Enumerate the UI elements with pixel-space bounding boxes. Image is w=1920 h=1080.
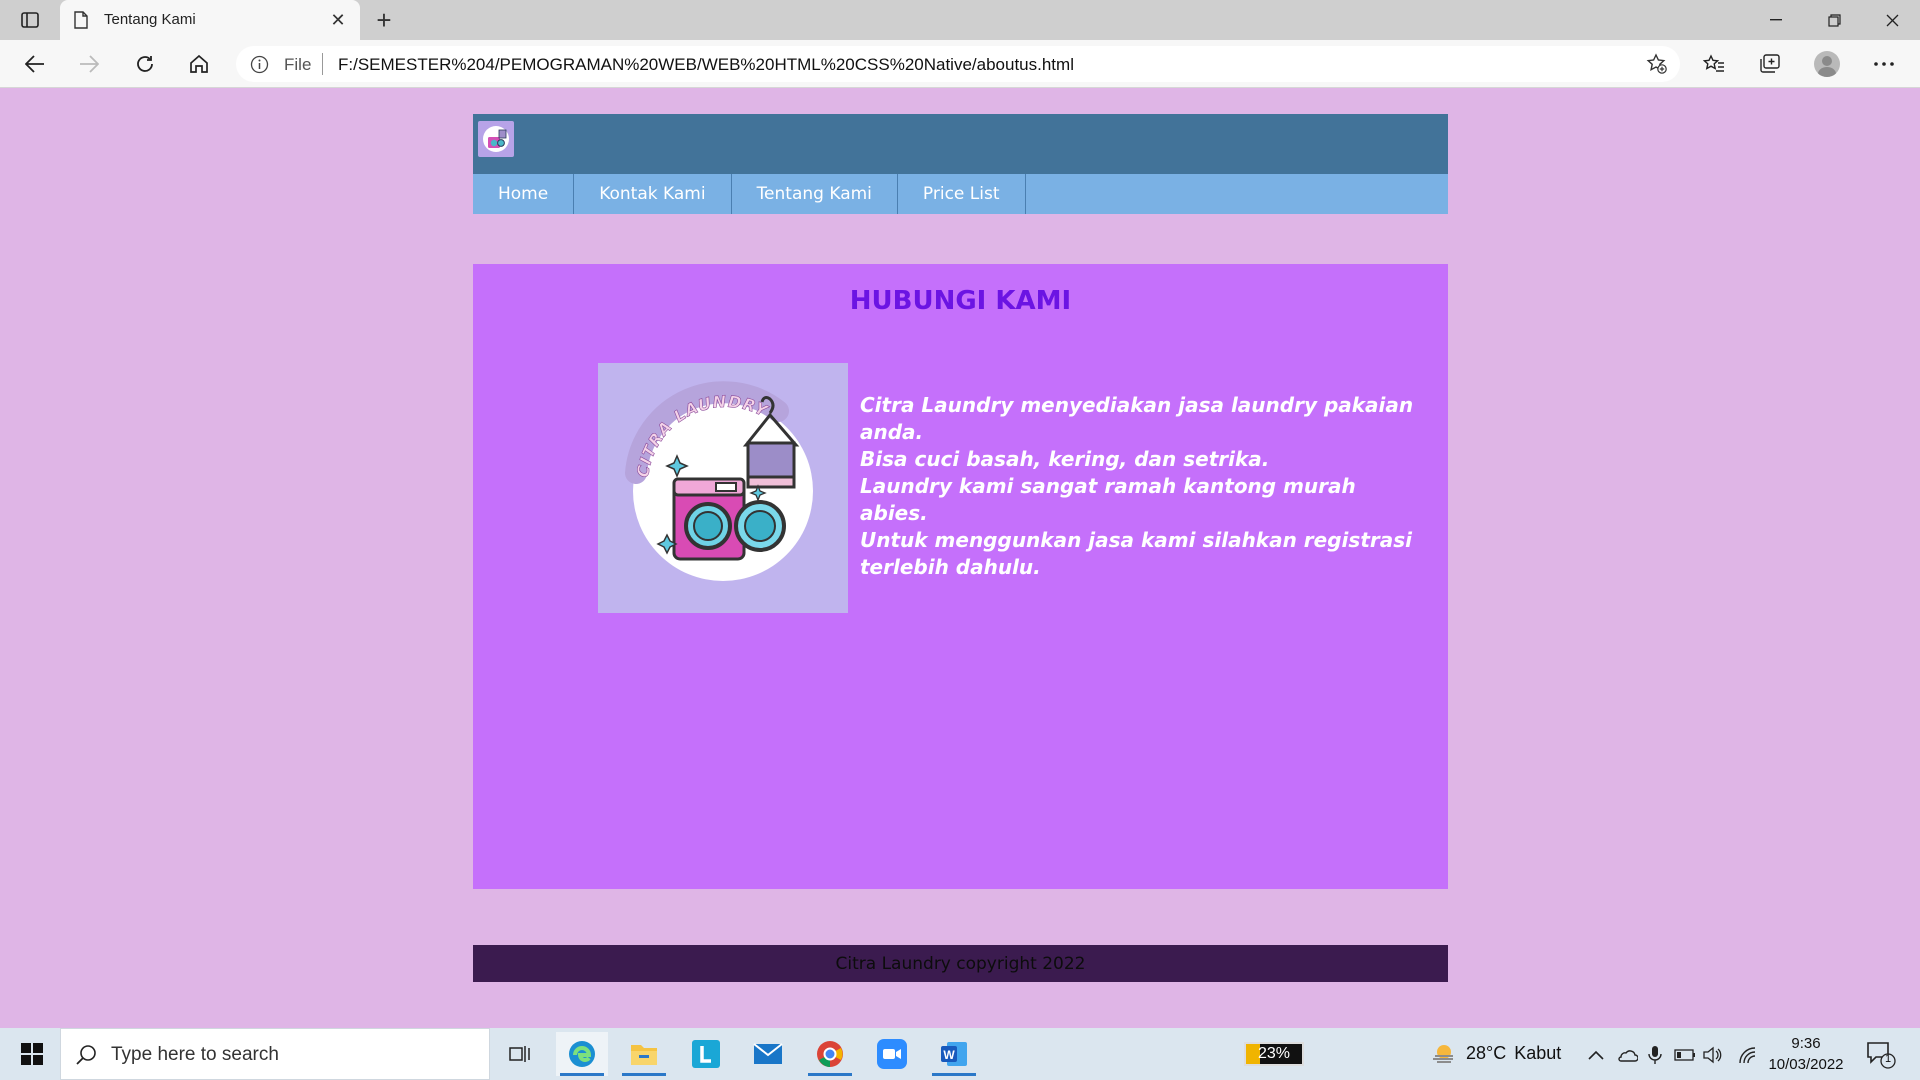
page-title: HUBUNGI KAMI (849, 286, 1072, 316)
collections-icon[interactable] (1752, 48, 1788, 80)
task-view-icon[interactable] (494, 1032, 546, 1076)
weather-temp: 28°C (1466, 1042, 1507, 1063)
page-icon (74, 11, 88, 34)
taskbar: Type here to search W 23% 28°C Kabut 9:3… (0, 1028, 1920, 1080)
notification-icon[interactable]: 1 (1866, 1041, 1896, 1069)
browser-tab-bar: Tentang Kami ✕ + (0, 0, 1920, 40)
chrome-icon[interactable] (804, 1032, 856, 1076)
address-file-label: File (284, 55, 312, 74)
weather-icon (1433, 1045, 1453, 1063)
mail-icon[interactable] (742, 1032, 794, 1076)
l-app-icon[interactable] (680, 1032, 732, 1076)
info-icon[interactable] (250, 55, 269, 79)
site-nav: Home Kontak Kami Tentang Kami Price List (473, 174, 1448, 214)
profile-avatar[interactable] (1809, 48, 1845, 80)
weather-desc: Kabut (1514, 1042, 1562, 1063)
svg-text:W: W (943, 1048, 955, 1062)
weather-widget[interactable]: 28°C Kabut (1432, 1042, 1561, 1064)
nav-tentang-kami[interactable]: Tentang Kami (732, 174, 898, 214)
address-bar[interactable]: File F:/SEMESTER%204/PEMOGRAMAN%20WEB/WE… (236, 46, 1680, 82)
file-explorer-icon[interactable] (618, 1032, 670, 1076)
volume-icon[interactable] (1702, 1044, 1724, 1066)
minimize-button[interactable] (1748, 0, 1804, 40)
site-header (473, 114, 1448, 174)
clock-time: 9:36 (1791, 1035, 1821, 1052)
battery-icon[interactable] (1674, 1044, 1696, 1066)
home-button[interactable] (182, 48, 216, 80)
search-placeholder: Type here to search (111, 1044, 279, 1065)
about-line-1: Citra Laundry menyediakan jasa laundry p… (860, 393, 1414, 444)
start-button[interactable] (8, 1028, 56, 1080)
taskbar-clock[interactable]: 9:36 10/03/2022 (1764, 1033, 1848, 1075)
about-line-4: Untuk menggunkan jasa kami silahkan regi… (860, 528, 1412, 579)
about-description: Citra Laundry menyediakan jasa laundry p… (860, 392, 1420, 581)
battery-percent: 23% (1257, 1045, 1291, 1062)
notification-count: 1 (1884, 1053, 1892, 1065)
favorites-icon[interactable] (1696, 48, 1732, 80)
microphone-icon[interactable] (1644, 1044, 1666, 1066)
close-tab-icon[interactable]: ✕ (326, 8, 350, 32)
address-divider (322, 53, 323, 75)
word-icon[interactable]: W (928, 1032, 980, 1076)
forward-button[interactable] (72, 48, 106, 80)
site-logo[interactable] (478, 121, 514, 157)
chevron-up-icon[interactable] (1585, 1044, 1607, 1066)
browser-tab[interactable]: Tentang Kami ✕ (60, 0, 360, 40)
tab-title: Tentang Kami (104, 11, 196, 28)
search-icon (75, 1044, 97, 1071)
address-url[interactable]: F:/SEMESTER%204/PEMOGRAMAN%20WEB/WEB%20H… (338, 55, 1074, 75)
site-footer: Citra Laundry copyright 2022 (473, 945, 1448, 982)
new-tab-button[interactable]: + (370, 5, 398, 35)
nav-price-list[interactable]: Price List (898, 174, 1026, 214)
about-line-3: Laundry kami sangat ramah kantong murah … (860, 474, 1356, 525)
onedrive-icon[interactable] (1616, 1044, 1638, 1066)
edge-icon[interactable] (556, 1032, 608, 1076)
nav-home[interactable]: Home (473, 174, 575, 214)
tab-actions-icon[interactable] (14, 8, 46, 32)
refresh-button[interactable] (128, 48, 162, 80)
about-line-2: Bisa cuci basah, kering, dan setrika. (860, 447, 1270, 471)
zoom-icon[interactable] (866, 1032, 918, 1076)
browser-toolbar: File F:/SEMESTER%204/PEMOGRAMAN%20WEB/WE… (0, 40, 1920, 88)
nav-kontak-kami[interactable]: Kontak Kami (574, 174, 732, 214)
battery-meter[interactable]: 23% (1244, 1042, 1304, 1066)
about-content: HUBUNGI KAMI CITRA LAUNDRY Citra Laundry… (473, 264, 1448, 889)
wifi-icon[interactable] (1736, 1044, 1758, 1066)
back-button[interactable] (18, 48, 52, 80)
add-favorite-icon[interactable] (1646, 53, 1668, 80)
close-window-button[interactable] (1864, 0, 1920, 40)
clock-date: 10/03/2022 (1768, 1056, 1844, 1073)
laundry-logo-image: CITRA LAUNDRY (598, 363, 848, 613)
restore-button[interactable] (1806, 0, 1862, 40)
page-viewport: Home Kontak Kami Tentang Kami Price List… (0, 89, 1920, 1028)
avatar-icon (1814, 51, 1840, 77)
taskbar-search-input[interactable]: Type here to search (60, 1028, 490, 1080)
more-options-icon[interactable] (1866, 48, 1902, 80)
